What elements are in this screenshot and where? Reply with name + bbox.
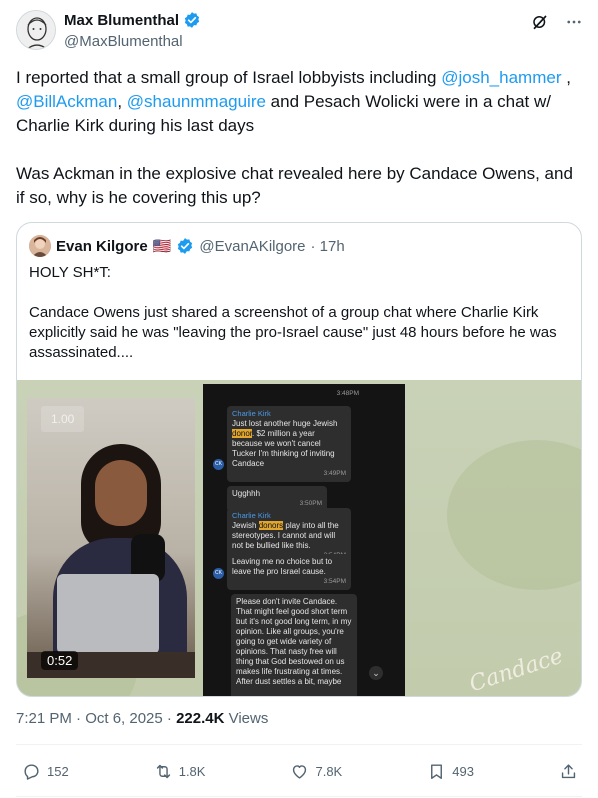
chat-text: Jewish xyxy=(232,521,259,530)
quoted-author-handle[interactable]: @EvanAKilgore xyxy=(199,238,305,255)
quoted-line-2: Candace Owens just shared a screenshot o… xyxy=(29,304,557,361)
chat-text: Please don't invite Candace. That might … xyxy=(236,597,352,686)
chat-message: Leaving me no choice but to leave the pr… xyxy=(227,554,351,590)
like-button[interactable]: 7.8K xyxy=(290,762,342,781)
more-options-icon[interactable] xyxy=(564,12,584,32)
chat-text: Just lost another huge Jewish xyxy=(232,419,338,428)
reply-button[interactable]: 152 xyxy=(22,762,69,781)
like-count: 7.8K xyxy=(315,764,343,779)
repost-icon xyxy=(156,764,170,779)
author-handle[interactable]: @MaxBlumenthal xyxy=(64,33,183,50)
quoted-post-time[interactable]: · 17h xyxy=(311,238,345,255)
divider xyxy=(16,744,582,745)
bookmark-icon xyxy=(431,764,443,779)
quoted-post[interactable]: Evan Kilgore 🇺🇸 @EvanAKilgore · 17h HOLY… xyxy=(16,222,582,697)
verified-badge-icon xyxy=(184,12,200,28)
share-button[interactable] xyxy=(559,762,578,781)
laptop-image xyxy=(57,574,159,654)
chat-sender: Charlie Kirk xyxy=(232,511,271,520)
us-flag-icon: 🇺🇸 xyxy=(152,238,172,255)
quoted-post-text: HOLY SH*T: Candace Owens just shared a s… xyxy=(29,263,569,383)
quoted-author-name[interactable]: Evan Kilgore xyxy=(56,238,148,255)
post-text-segment: I reported that a small group of Israel … xyxy=(16,68,442,87)
divider xyxy=(16,796,582,797)
chat-avatar-icon: CK xyxy=(213,459,224,470)
playback-speed-badge[interactable]: 1.00 xyxy=(41,406,85,432)
mention-link-josh-hammer[interactable]: @josh_hammer xyxy=(441,68,561,87)
mention-link-bill-ackman[interactable]: @BillAckman xyxy=(16,92,117,111)
bookmark-button[interactable]: 493 xyxy=(427,762,474,781)
avatar-sketch-icon xyxy=(17,11,55,49)
post-text: I reported that a small group of Israel … xyxy=(16,66,586,234)
share-icon xyxy=(561,764,576,779)
chat-message: Charlie Kirk Just lost another huge Jewi… xyxy=(227,406,351,482)
video-duration-badge: 0:52 xyxy=(41,651,79,670)
post-timestamp[interactable]: 7:21 PM · Oct 6, 2025 · xyxy=(16,710,176,727)
chat-message-time: 3:54PM xyxy=(323,578,346,585)
chat-highlight: donor xyxy=(232,429,253,438)
mention-link-shaun-maguire[interactable]: @shaunmmaguire xyxy=(127,92,266,111)
quoted-author-avatar[interactable] xyxy=(29,235,51,257)
post-paragraph-1: I reported that a small group of Israel … xyxy=(16,66,586,138)
chevron-down-icon: ⌄ xyxy=(369,666,383,680)
reply-count: 152 xyxy=(47,764,69,779)
action-bar: 152 1.8K 7.8K 493 xyxy=(22,762,578,781)
chat-highlight: donors xyxy=(258,521,284,530)
post-meta: 7:21 PM · Oct 6, 2025 · 222.4K Views xyxy=(16,710,268,727)
grok-icon[interactable] xyxy=(530,12,550,32)
author-avatar[interactable] xyxy=(16,10,56,50)
chat-timestamp: 3:48PM xyxy=(336,390,359,397)
post-text-segment: , xyxy=(117,92,127,111)
post-paragraph-2: Was Ackman in the explosive chat reveale… xyxy=(16,164,573,207)
repost-button[interactable]: 1.8K xyxy=(154,762,206,781)
views-label: Views xyxy=(224,710,269,727)
chat-message-time: 3:49PM xyxy=(323,470,346,477)
author-name[interactable]: Max Blumenthal xyxy=(64,12,179,29)
video-player[interactable]: 1.00 0:52 xyxy=(27,398,195,678)
bookmark-count: 493 xyxy=(452,764,474,779)
verified-badge-icon xyxy=(178,238,193,254)
chat-screenshot: 3:48PM Charlie Kirk Just lost another hu… xyxy=(203,384,405,696)
video-person-face xyxy=(95,460,147,526)
view-count: 222.4K xyxy=(176,710,225,727)
reply-icon xyxy=(24,764,39,780)
quoted-post-header: Evan Kilgore 🇺🇸 @EvanAKilgore · 17h xyxy=(29,235,345,257)
chat-text: Ugghhh xyxy=(232,489,261,498)
chat-text: Leaving me no choice but to leave the pr… xyxy=(232,557,333,576)
chat-sender: Charlie Kirk xyxy=(232,409,271,418)
quoted-media[interactable]: 1.00 0:52 3:48PM Charlie Kirk Just lost … xyxy=(17,380,581,696)
author-name-row[interactable]: Max Blumenthal xyxy=(64,11,201,29)
chat-message: Please don't invite Candace. That might … xyxy=(231,594,357,696)
post-text-segment: , xyxy=(561,68,571,87)
chat-avatar-icon: CK xyxy=(213,568,224,579)
repost-count: 1.8K xyxy=(178,764,206,779)
quoted-line-1: HOLY SH*T: xyxy=(29,264,111,281)
heart-icon xyxy=(293,765,307,779)
